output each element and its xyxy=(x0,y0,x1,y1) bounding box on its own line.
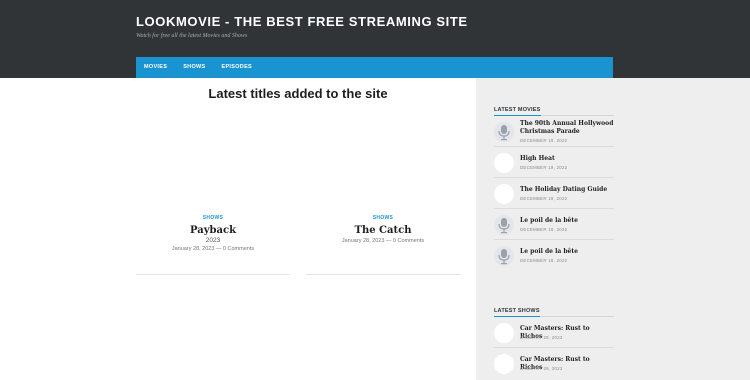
widget-title-latest-shows: LATEST SHOWS xyxy=(494,308,540,317)
sidebar-item-title[interactable]: High Heat xyxy=(520,155,614,163)
post-meta[interactable]: January 28, 2023 — 0 Comments xyxy=(136,246,290,252)
post-divider xyxy=(306,274,460,275)
list-item[interactable]: Le poil de la bête DECEMBER 18, 2022 xyxy=(494,240,614,271)
post-category-link[interactable]: SHOWS xyxy=(306,215,460,221)
main-nav: MOVIES SHOWS EPISODES xyxy=(136,57,613,78)
nav-item-movies[interactable]: MOVIES xyxy=(136,57,175,78)
nav-item-episodes[interactable]: EPISODES xyxy=(213,57,260,78)
list-item[interactable]: The Holiday Dating Guide DECEMBER 19, 20… xyxy=(494,178,614,209)
sidebar-item-date: DECEMBER 19, 2022 xyxy=(520,196,568,201)
post-title-link[interactable]: The Catch xyxy=(306,225,460,236)
post-divider xyxy=(136,274,290,275)
sidebar-item-date: JANUARY 29, 2023 xyxy=(520,335,563,340)
mic-icon[interactable] xyxy=(494,246,514,266)
list-item[interactable]: Le poil de la bête DECEMBER 19, 2022 xyxy=(494,209,614,240)
post-title-link[interactable]: Payback xyxy=(136,225,290,236)
thumbnail-placeholder[interactable] xyxy=(494,323,514,343)
site-title[interactable]: LOOKMOVIE - THE BEST FREE STREAMING SITE xyxy=(136,14,468,29)
list-item[interactable]: Car Masters: Rust to Riches JANUARY 29, … xyxy=(494,317,614,348)
post-card: SHOWS Payback 2023 January 28, 2023 — 0 … xyxy=(136,215,290,252)
site-tagline: Watch for free all the latest Movies and… xyxy=(136,33,248,39)
sidebar-item-title[interactable]: The Holiday Dating Guide xyxy=(520,186,614,194)
sidebar-item-title[interactable]: Le poil de la bête xyxy=(520,248,614,256)
mic-icon[interactable] xyxy=(494,215,514,235)
post-card: SHOWS The Catch January 28, 2023 — 0 Com… xyxy=(306,215,460,244)
list-item[interactable]: The 90th Annual Hollywood Christmas Para… xyxy=(494,116,614,147)
mic-icon[interactable] xyxy=(494,122,514,142)
sidebar-item-date: JANUARY 29, 2023 xyxy=(520,366,563,371)
list-item[interactable]: Car Masters: Rust to Riches JANUARY 29, … xyxy=(494,348,614,379)
post-year: 2023 xyxy=(205,237,221,244)
sidebar-item-date: DECEMBER 19, 2022 xyxy=(520,165,568,170)
sidebar-item-date: DECEMBER 18, 2022 xyxy=(520,258,568,263)
thumbnail-placeholder[interactable] xyxy=(494,184,514,204)
latest-shows-widget: LATEST SHOWS Car Masters: Rust to Riches… xyxy=(494,299,614,379)
sidebar-item-date: DECEMBER 19, 2022 xyxy=(520,138,568,143)
post-category-link[interactable]: SHOWS xyxy=(136,215,290,221)
page-title: Latest titles added to the site xyxy=(208,86,388,101)
latest-movies-widget: LATEST MOVIES The 90th Annual Hollywood … xyxy=(494,98,614,271)
nav-item-shows[interactable]: SHOWS xyxy=(175,57,213,78)
main-content: Latest titles added to the site SHOWS Pa… xyxy=(136,78,460,380)
list-item[interactable]: High Heat DECEMBER 19, 2022 xyxy=(494,147,614,178)
thumbnail-placeholder[interactable] xyxy=(494,354,514,374)
thumbnail-placeholder[interactable] xyxy=(494,153,514,173)
post-meta[interactable]: January 28, 2023 — 0 Comments xyxy=(306,238,460,244)
widget-title-latest-movies: LATEST MOVIES xyxy=(494,107,541,116)
sidebar-item-title[interactable]: The 90th Annual Hollywood Christmas Para… xyxy=(520,120,614,136)
sidebar-item-date: DECEMBER 19, 2022 xyxy=(520,227,568,232)
sidebar-item-title[interactable]: Le poil de la bête xyxy=(520,217,614,225)
